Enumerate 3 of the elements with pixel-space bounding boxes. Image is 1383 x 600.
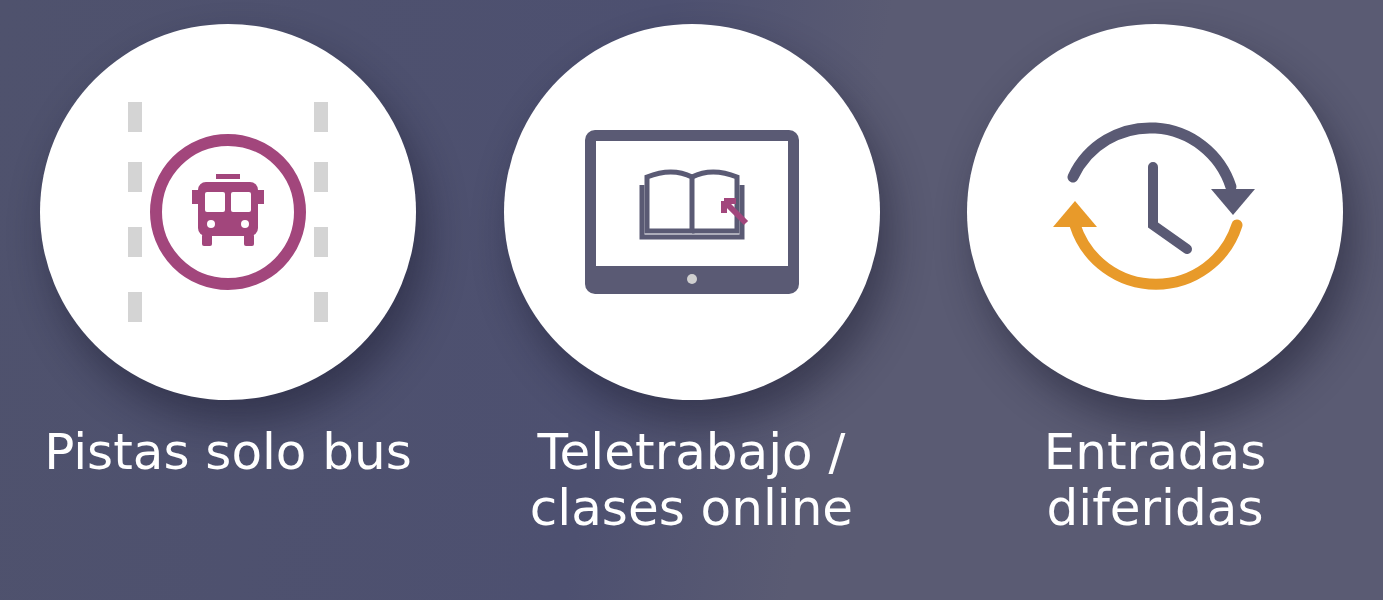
caption: Entradas diferidas xyxy=(1042,424,1268,536)
caption: Teletrabajo / clases online xyxy=(528,424,855,536)
caption: Pistas solo bus xyxy=(44,424,412,480)
